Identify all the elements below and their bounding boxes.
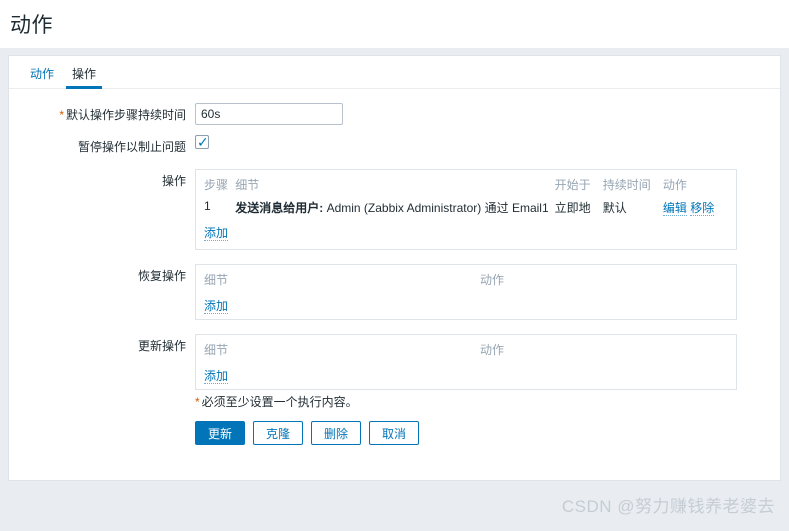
form-buttons: 更新 克隆 删除 取消	[195, 410, 780, 445]
header-start-in: 开始于	[554, 178, 591, 192]
recovery-operations-panel: 细节 动作 添加	[195, 264, 737, 320]
row-footnote: * 必须至少设置一个执行内容。 更新 克隆 删除 取消	[9, 390, 780, 445]
cancel-button[interactable]: 取消	[369, 421, 420, 445]
label-recovery-operations: 恢复操作	[137, 269, 186, 283]
page-title: 动作	[10, 14, 53, 37]
cell-details-bold: 发送消息给用户:	[235, 201, 324, 215]
delete-button[interactable]: 删除	[311, 421, 362, 445]
field-pause-operations: ✓	[195, 134, 780, 155]
update-header-details: 细节	[204, 343, 229, 357]
cell-details-rest: Admin (Zabbix Administrator) 通过 Email1	[326, 201, 549, 215]
tab-action[interactable]: 动作	[21, 67, 63, 88]
row-default-duration: * 默认操作步骤持续时间	[9, 103, 780, 125]
update-header-row: 细节 动作	[204, 340, 728, 362]
header-step: 步骤	[204, 178, 229, 192]
header-action: 动作	[662, 178, 687, 192]
recovery-header-row: 细节 动作	[204, 270, 728, 292]
table-row: 1 发送消息给用户: Admin (Zabbix Administrator) …	[204, 197, 728, 219]
update-operations-panel: 细节 动作 添加	[195, 334, 737, 390]
add-recovery-operation-link[interactable]: 添加	[204, 299, 229, 314]
label-pause-operations: 暂停操作以制止问题	[77, 140, 186, 154]
operations-form: *默认操作步骤持续时间 暂停操作以制止问题 ✓ 操作	[9, 89, 780, 445]
label-update-operations: 更新操作	[137, 339, 186, 353]
operations-panel: 步骤 细节 开始于 持续时间 动作 1 发送消息给用户: Admin (Zabb…	[195, 169, 737, 250]
row-update-operations: 更新操作 细节 动作 添加	[9, 334, 780, 390]
page-header: 动作	[0, 0, 789, 48]
cell-start-in: 立即地	[554, 201, 591, 215]
recovery-add-wrap: 添加	[204, 292, 728, 314]
row-operations: 操作 步骤 细节 开始于 持续时间 动作 1 发送消息给用户: Admin (Z…	[9, 169, 780, 250]
label-default-duration: * 默认操作步骤持续时间	[9, 103, 195, 125]
required-footnote: * 必须至少设置一个执行内容。	[195, 390, 780, 410]
tab-operations-label: 操作	[72, 67, 97, 81]
recovery-header-action: 动作	[480, 273, 505, 287]
header-details: 细节	[235, 178, 260, 192]
update-add-wrap: 添加	[204, 362, 728, 384]
field-recovery-operations: 细节 动作 添加	[195, 264, 780, 320]
row-pause-operations: 暂停操作以制止问题 ✓	[9, 134, 780, 155]
update-button[interactable]: 更新	[195, 421, 246, 445]
operations-add-wrap: 添加	[204, 219, 728, 241]
field-operations: 步骤 细节 开始于 持续时间 动作 1 发送消息给用户: Admin (Zabb…	[195, 169, 780, 250]
clone-button[interactable]: 克隆	[253, 421, 304, 445]
field-default-duration	[195, 103, 780, 125]
tab-action-label: 动作	[30, 67, 55, 81]
action-form-card: 动作 操作 *默认操作步骤持续时间 暂停操作以制止问题	[8, 55, 781, 481]
default-duration-input[interactable]	[195, 103, 343, 125]
checkmark-icon: ✓	[197, 134, 209, 150]
header-duration: 持续时间	[602, 178, 651, 192]
required-asterisk: *	[59, 108, 64, 122]
tab-bar: 动作 操作	[9, 56, 780, 89]
field-update-operations: 细节 动作 添加	[195, 334, 780, 390]
row-recovery-operations: 恢复操作 细节 动作 添加	[9, 264, 780, 320]
watermark: CSDN @努力赚钱养老婆去	[561, 497, 775, 516]
update-operations-table: 细节 动作	[204, 340, 728, 362]
cell-actions: 编辑 移除	[662, 197, 728, 219]
add-operation-link[interactable]: 添加	[204, 226, 229, 241]
recovery-header-details: 细节	[204, 273, 229, 287]
remove-operation-link[interactable]: 移除	[690, 201, 715, 216]
cell-details: 发送消息给用户: Admin (Zabbix Administrator) 通过…	[235, 197, 554, 219]
label-default-duration-text: 默认操作步骤持续时间	[65, 108, 186, 122]
update-header-action: 动作	[480, 343, 505, 357]
cell-step: 1	[204, 199, 211, 213]
cell-duration: 默认	[602, 201, 627, 215]
operations-table: 步骤 细节 开始于 持续时间 动作 1 发送消息给用户: Admin (Zabb…	[204, 175, 728, 219]
pause-operations-checkbox[interactable]: ✓	[195, 134, 209, 150]
add-update-operation-link[interactable]: 添加	[204, 369, 229, 384]
operations-header-row: 步骤 细节 开始于 持续时间 动作	[204, 175, 728, 197]
tab-operations[interactable]: 操作	[63, 67, 105, 89]
edit-operation-link[interactable]: 编辑	[662, 201, 687, 216]
footnote-asterisk: *	[195, 395, 200, 409]
field-footnote: * 必须至少设置一个执行内容。 更新 克隆 删除 取消	[195, 390, 780, 445]
recovery-operations-table: 细节 动作	[204, 270, 728, 292]
page-body: 动作 操作 *默认操作步骤持续时间 暂停操作以制止问题	[0, 48, 789, 531]
footnote-text: 必须至少设置一个执行内容。	[201, 395, 358, 409]
label-operations: 操作	[161, 174, 186, 188]
